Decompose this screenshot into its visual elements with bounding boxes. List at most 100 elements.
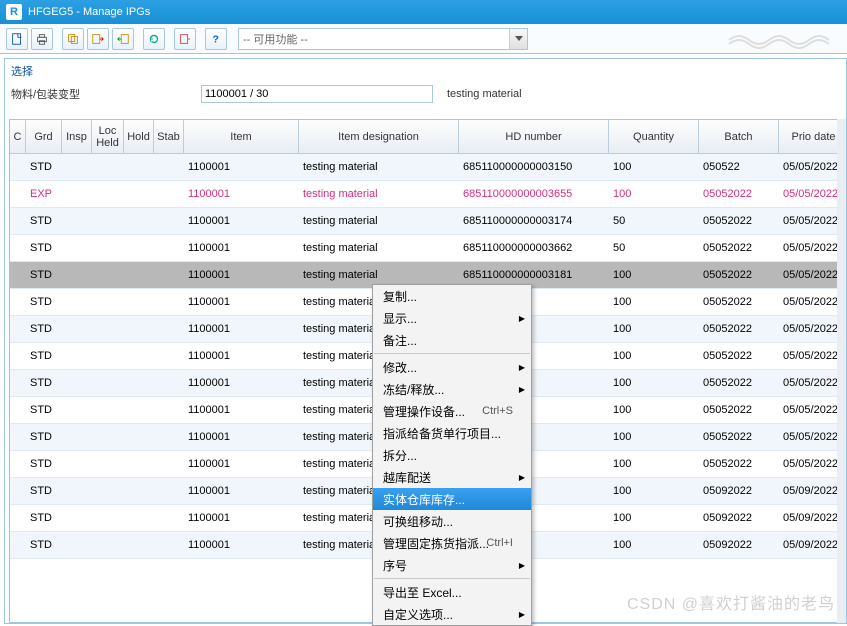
col-item[interactable]: Item (184, 120, 299, 153)
col-grd[interactable]: Grd (26, 120, 62, 153)
context-menu-item[interactable]: 可换组移动... (373, 510, 531, 532)
cell: STD (26, 431, 62, 443)
col-batch[interactable]: Batch (699, 120, 779, 153)
col-designation[interactable]: Item designation (299, 120, 459, 153)
print-button[interactable] (31, 28, 53, 50)
cell: 05052022 (699, 458, 779, 470)
context-menu-item[interactable]: 越库配送 ▶ (373, 466, 531, 488)
cell: 05052022 (699, 323, 779, 335)
cell: 685110000000003662 (459, 242, 609, 254)
cell: 100 (609, 431, 699, 443)
col-loc-held[interactable]: Loc Held (92, 120, 124, 153)
table-row[interactable]: EXP 1100001testing material68511000000000… (10, 181, 846, 208)
context-menu-item[interactable]: 实体仓库库存... (373, 488, 531, 510)
grid-header: C Grd Insp Loc Held Hold Stab Item Item … (10, 120, 846, 154)
context-menu-label: 越库配送 (383, 469, 431, 486)
context-menu-label: 自定义选项... (383, 606, 453, 623)
table-row[interactable]: STD 1100001testing material68511000000000… (10, 154, 846, 181)
cell: 1100001 (184, 188, 299, 200)
col-hold[interactable]: Hold (124, 120, 154, 153)
title-bar: R HFGEG5 - Manage IPGs (0, 0, 847, 24)
help-button[interactable]: ? (205, 28, 227, 50)
context-menu-separator (374, 353, 530, 354)
context-menu-item[interactable]: 自定义选项... ▶ (373, 603, 531, 625)
col-c[interactable]: C (10, 120, 26, 153)
cell: STD (26, 485, 62, 497)
cell: 100 (609, 458, 699, 470)
context-menu-label: 可换组移动... (383, 513, 453, 530)
context-menu-item[interactable]: 备注... (373, 329, 531, 351)
col-quantity[interactable]: Quantity (609, 120, 699, 153)
cell: 685110000000003150 (459, 161, 609, 173)
refresh-button[interactable] (143, 28, 165, 50)
chevron-right-icon: ▶ (519, 473, 525, 482)
cell: EXP (26, 188, 62, 200)
cell: 05052022 (699, 296, 779, 308)
table-row[interactable]: STD1100001testing material68511000000000… (10, 208, 846, 235)
cell: testing material (299, 242, 459, 254)
new-doc-button[interactable] (6, 28, 28, 50)
cell: 05092022 (699, 539, 779, 551)
cell: 1100001 (184, 323, 299, 335)
import-button[interactable] (112, 28, 134, 50)
chevron-down-icon (509, 29, 527, 49)
cell: 100 (609, 404, 699, 416)
cell: 1100001 (184, 404, 299, 416)
context-menu-item[interactable]: 拆分... (373, 444, 531, 466)
context-menu-item[interactable]: 序号▶ (373, 554, 531, 576)
cell: 1100001 (184, 161, 299, 173)
vertical-scrollbar[interactable] (837, 119, 846, 623)
context-menu-item[interactable]: 管理固定拣货指派...Ctrl+I (373, 532, 531, 554)
export-button[interactable] (87, 28, 109, 50)
chevron-right-icon: ▶ (519, 610, 525, 619)
context-menu-item[interactable]: 指派给备货单行项目... (373, 422, 531, 444)
toolbar: ? -- 可用功能 -- (0, 24, 847, 54)
cell: 100 (609, 188, 699, 200)
cell: 1100001 (184, 458, 299, 470)
context-menu-label: 显示... (383, 310, 417, 327)
cell: 100 (609, 323, 699, 335)
col-insp[interactable]: Insp (62, 120, 92, 153)
context-menu-label: 导出至 Excel... (383, 584, 462, 601)
context-menu-item[interactable]: 冻结/释放...▶ (373, 378, 531, 400)
copy-button[interactable] (62, 28, 84, 50)
context-menu-item[interactable]: 导出至 Excel... (373, 581, 531, 603)
cell: STD (26, 350, 62, 362)
cell: 100 (609, 377, 699, 389)
context-menu-item[interactable]: 显示...▶ (373, 307, 531, 329)
context-menu-label: 冻结/释放... (383, 381, 444, 398)
context-menu-item[interactable]: 复制... (373, 285, 531, 307)
cell: 50 (609, 242, 699, 254)
cell: STD (26, 161, 62, 173)
cell: 1100001 (184, 215, 299, 227)
filter-section-title: 选择 (5, 59, 846, 83)
cell: 1100001 (184, 512, 299, 524)
svg-text:?: ? (213, 33, 219, 45)
col-hd-number[interactable]: HD number (459, 120, 609, 153)
chevron-right-icon: ▶ (519, 363, 525, 372)
cell: 100 (609, 161, 699, 173)
available-functions-dropdown[interactable]: -- 可用功能 -- (238, 28, 528, 50)
cell: testing material (299, 161, 459, 173)
context-menu-label: 指派给备货单行项目... (383, 425, 501, 442)
corner-squiggle-watermark (727, 30, 837, 50)
cell: 05052022 (699, 269, 779, 281)
cell: 50 (609, 215, 699, 227)
context-menu-item[interactable]: 修改...▶ (373, 356, 531, 378)
context-menu-item[interactable]: 管理操作设备...Ctrl+S (373, 400, 531, 422)
context-menu-label: 拆分... (383, 447, 417, 464)
cell: 05052022 (699, 215, 779, 227)
context-menu-label: 备注... (383, 332, 417, 349)
cell: 685110000000003655 (459, 188, 609, 200)
watermark-text: CSDN @喜欢打酱油的老鸟 (627, 590, 835, 614)
cell: 05052022 (699, 404, 779, 416)
cell: 05052022 (699, 431, 779, 443)
cell: testing material (299, 215, 459, 227)
table-row[interactable]: STD1100001testing material68511000000000… (10, 235, 846, 262)
log-button[interactable] (174, 28, 196, 50)
cell: STD (26, 242, 62, 254)
material-input[interactable] (201, 85, 433, 103)
cell: testing material (299, 188, 459, 200)
cell: 050522 (699, 161, 779, 173)
col-stab[interactable]: Stab (154, 120, 184, 153)
